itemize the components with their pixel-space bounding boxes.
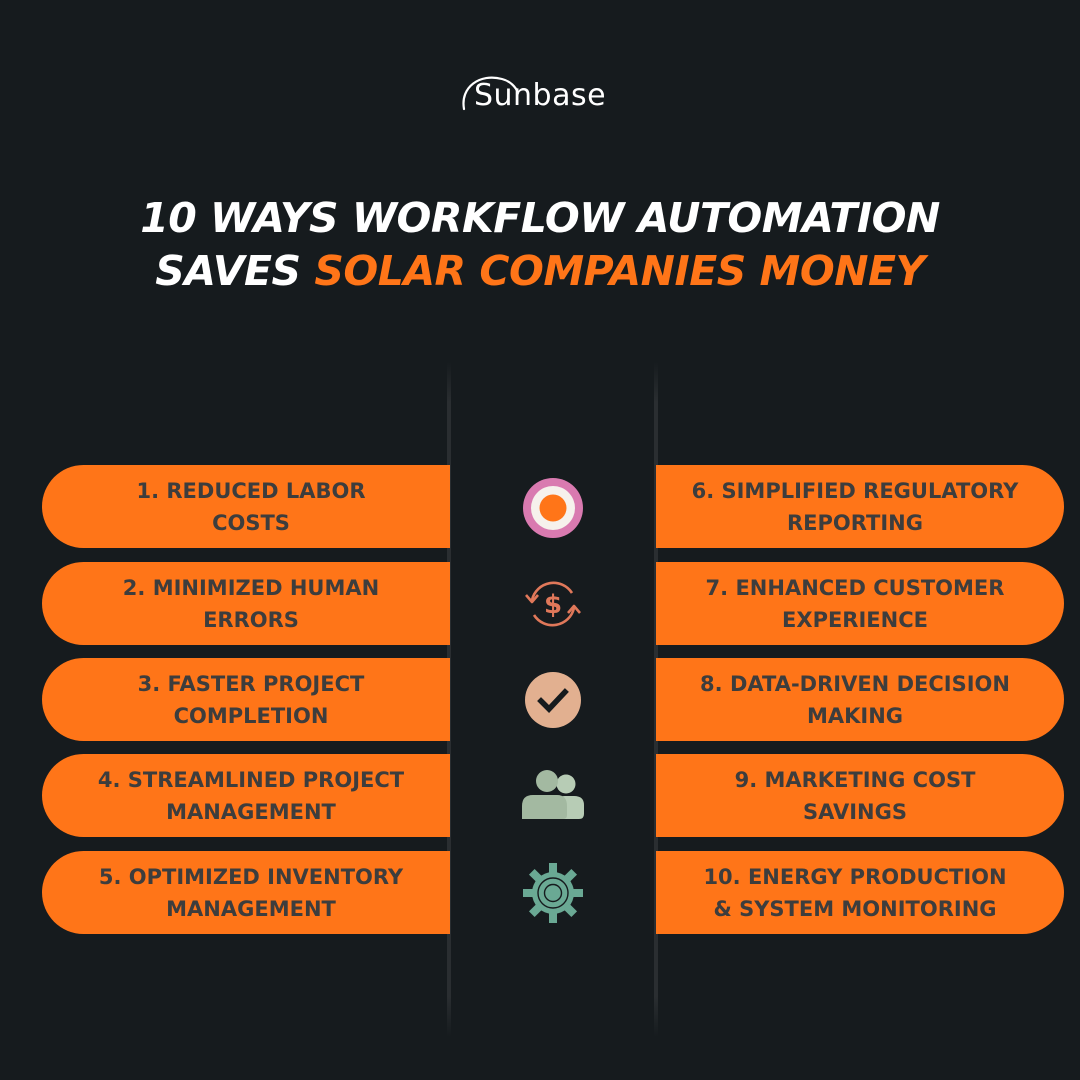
benefit-item-5: 5. OPTIMIZED INVENTORY MANAGEMENT <box>42 851 450 934</box>
benefit-item-2: 2. MINIMIZED HUMAN ERRORS <box>42 562 450 645</box>
benefit-item-4: 4. STREAMLINED PROJECT MANAGEMENT <box>42 754 450 837</box>
benefit-label: 10. ENERGY PRODUCTION & SYSTEM MONITORIN… <box>703 864 1007 921</box>
gear-icon <box>523 863 583 923</box>
benefit-item-3: 3. FASTER PROJECT COMPLETION <box>42 658 450 741</box>
benefit-item-7: 7. ENHANCED CUSTOMER EXPERIENCE <box>656 562 1064 645</box>
target-icon <box>523 478 583 538</box>
page-title: 10 WAYS WORKFLOW AUTOMATION SAVES SOLAR … <box>0 192 1080 298</box>
benefit-label: 5. OPTIMIZED INVENTORY MANAGEMENT <box>98 864 404 921</box>
title-line-2: SAVES SOLAR COMPANIES MONEY <box>0 245 1080 298</box>
checkmark-circle-icon <box>525 672 581 728</box>
benefit-item-9: 9. MARKETING COST SAVINGS <box>656 754 1064 837</box>
users-icon <box>522 770 584 819</box>
benefit-item-8: 8. DATA-DRIVEN DECISION MAKING <box>656 658 1064 741</box>
title-line-2-accent: SOLAR COMPANIES MONEY <box>314 247 925 295</box>
title-line-2-white: SAVES <box>155 247 315 295</box>
benefit-item-1: 1. REDUCED LABOR COSTS <box>42 465 450 548</box>
benefit-item-6: 6. SIMPLIFIED REGULATORY REPORTING <box>656 465 1064 548</box>
dollar-refresh-icon: $ <box>525 581 581 627</box>
benefit-label: 9. MARKETING COST SAVINGS <box>734 767 976 824</box>
brand-name: Sunbase <box>473 77 607 113</box>
title-line-1: 10 WAYS WORKFLOW AUTOMATION <box>140 194 940 242</box>
benefit-item-10: 10. ENERGY PRODUCTION & SYSTEM MONITORIN… <box>656 851 1064 934</box>
benefit-label: 3. FASTER PROJECT COMPLETION <box>137 671 365 728</box>
benefit-label: 7. ENHANCED CUSTOMER EXPERIENCE <box>705 575 1005 632</box>
benefit-label: 4. STREAMLINED PROJECT MANAGEMENT <box>97 767 405 824</box>
svg-text:$: $ <box>544 590 562 620</box>
benefit-label: 8. DATA-DRIVEN DECISION MAKING <box>700 671 1010 728</box>
brand-logo: Sunbase <box>0 62 1080 122</box>
benefit-label: 1. REDUCED LABOR COSTS <box>136 478 366 535</box>
benefit-label: 6. SIMPLIFIED REGULATORY REPORTING <box>691 478 1019 535</box>
benefit-label: 2. MINIMIZED HUMAN ERRORS <box>122 575 380 632</box>
